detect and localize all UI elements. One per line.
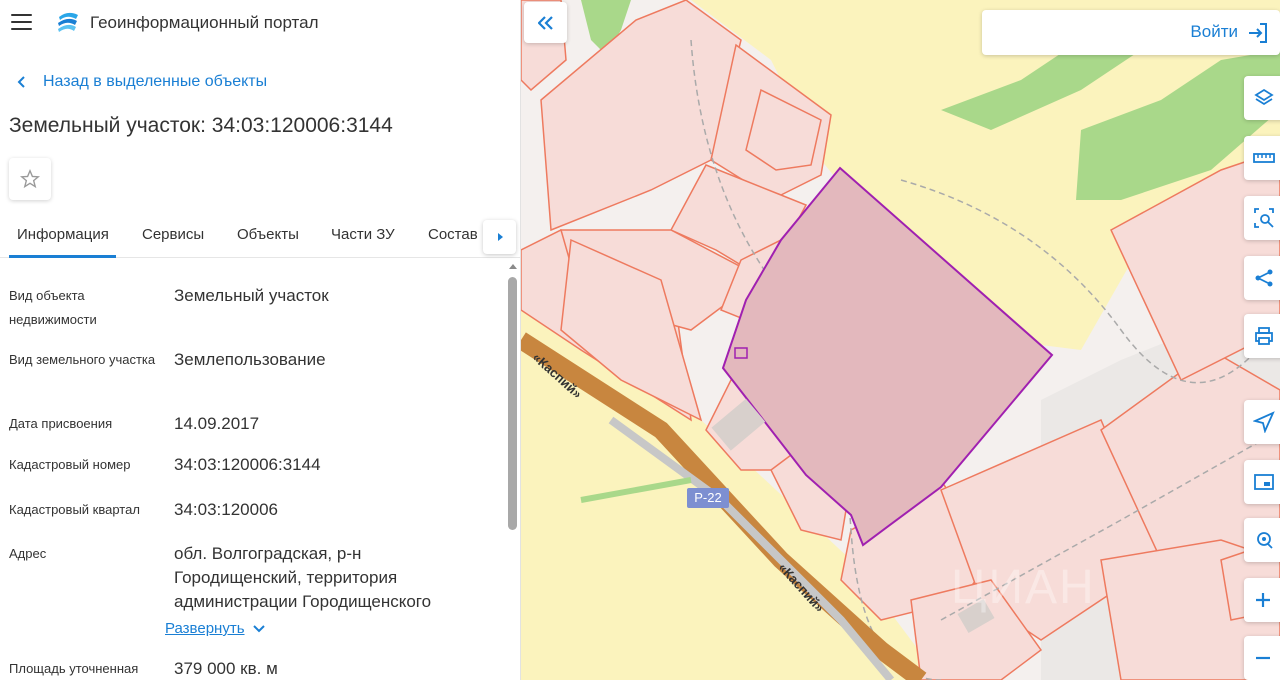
minimap-button[interactable] [1244, 460, 1280, 504]
property-label: Вид объекта недвижимости [9, 288, 97, 327]
ruler-button[interactable] [1244, 136, 1280, 180]
back-link-label: Назад в выделенные объекты [43, 73, 268, 90]
ruler-icon [1253, 153, 1275, 163]
navigate-icon [1253, 411, 1275, 433]
property-label: Дата присвоения [9, 416, 113, 431]
area-search-icon [1254, 208, 1274, 228]
property-label: Кадастровый квартал [9, 502, 140, 517]
login-icon [1249, 23, 1267, 43]
info-panel: Геоинформационный портал Назад в выделен… [0, 0, 521, 680]
collapse-panel-button[interactable] [524, 2, 567, 43]
tabs-scroll-right-button[interactable] [483, 220, 516, 254]
property-value: Землепользование [174, 350, 326, 369]
print-button[interactable] [1244, 314, 1280, 358]
app-header: Геоинформационный портал [0, 0, 520, 46]
chevron-down-icon [252, 624, 265, 632]
property-value: 14.09.2017 [174, 414, 260, 433]
app-title: Геоинформационный портал [90, 13, 319, 32]
star-icon [19, 168, 41, 189]
route-number-badge: Р-22 [687, 488, 729, 508]
chevron-left-icon [17, 76, 25, 88]
login-label: Войти [1190, 22, 1238, 41]
double-chevron-left-icon [537, 15, 553, 30]
zoom-out-icon [1256, 656, 1270, 660]
tab-objects[interactable]: Объекты [237, 226, 299, 243]
scrollbar-thumb[interactable] [508, 277, 517, 530]
zoom-out-button[interactable] [1244, 636, 1280, 680]
map-watermark: ЦИАН [951, 561, 1096, 614]
tab-composition[interactable]: Состав [428, 226, 478, 243]
layers-icon [1254, 88, 1274, 106]
tab-information[interactable]: Информация [17, 226, 109, 243]
property-label: Адрес [9, 546, 47, 561]
property-label: Вид земельного участка [9, 352, 156, 367]
zoom-in-button[interactable] [1244, 578, 1280, 622]
expand-label: Развернуть [165, 620, 245, 637]
property-label: Площадь уточненная [9, 661, 139, 676]
map-canvas[interactable] [521, 0, 1280, 680]
property-value: 34:03:120006:3144 [174, 455, 321, 474]
favorite-button[interactable] [9, 158, 51, 200]
property-value: 34:03:120006 [174, 500, 278, 519]
geolocation-button[interactable] [1244, 518, 1280, 562]
share-icon [1255, 269, 1273, 287]
tab-services[interactable]: Сервисы [142, 226, 204, 243]
property-label: Кадастровый номер [9, 457, 131, 472]
map-view[interactable]: «Каспий» «Каспий» Р-22 ЦИАН Войти [521, 0, 1280, 680]
back-to-selected-link[interactable]: Назад в выделенные объекты [14, 72, 267, 92]
area-search-button[interactable] [1244, 196, 1280, 240]
login-button[interactable]: Войти [982, 10, 1280, 55]
print-icon [1255, 327, 1273, 345]
property-value: обл. Волгоградская, р-н Городищенский, т… [174, 544, 432, 611]
property-value: 379 000 кв. м [174, 659, 278, 678]
share-button[interactable] [1244, 256, 1280, 300]
tab-parts[interactable]: Части ЗУ [331, 226, 395, 243]
portal-logo-icon [58, 12, 78, 32]
navigate-button[interactable] [1244, 400, 1280, 444]
caret-right-icon [497, 233, 503, 241]
scroll-up-arrow-icon[interactable] [509, 264, 517, 269]
minimap-icon [1254, 474, 1274, 490]
geolocation-icon [1257, 532, 1273, 549]
info-tabs: Информация Сервисы Объекты Части ЗУ Сост… [0, 218, 520, 258]
layers-button[interactable] [1244, 76, 1280, 120]
hamburger-menu-icon[interactable] [11, 14, 32, 30]
property-value: Земельный участок [174, 286, 329, 305]
properties-list: Вид объекта недвижимости Земельный участ… [0, 258, 505, 680]
object-title: Земельный участок: 34:03:120006:3144 [9, 114, 393, 137]
expand-address-link[interactable]: Развернуть [165, 620, 265, 637]
zoom-in-icon [1256, 593, 1270, 607]
